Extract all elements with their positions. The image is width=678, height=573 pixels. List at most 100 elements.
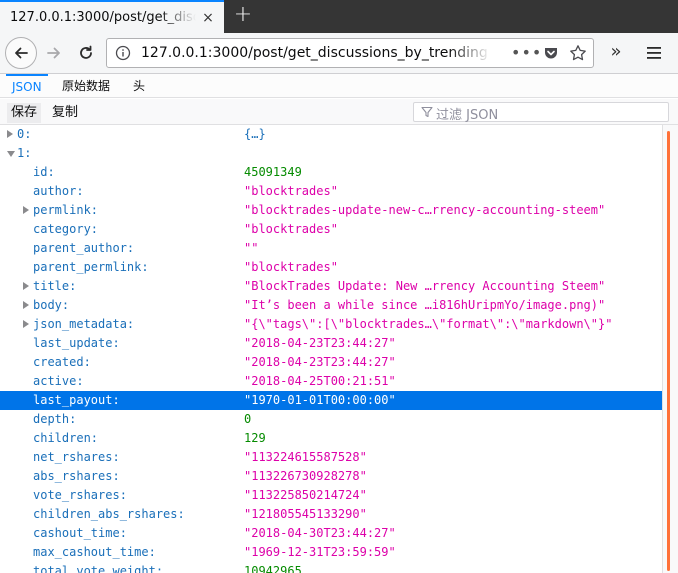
new-tab-button[interactable]: + — [232, 4, 254, 28]
tree-key: parent_author: — [33, 241, 135, 255]
tree-key: created: — [33, 355, 91, 369]
tree-value: "BlockTrades Update: New …rrency Account… — [244, 279, 606, 293]
tree-row[interactable]: parent_author: "" — [0, 239, 662, 258]
tree-key: parent_permlink: — [33, 260, 149, 274]
tree-row[interactable]: json_metadata: "{\"tags\":[\"blocktrades…… — [0, 315, 662, 334]
tree-row[interactable]: author: "blocktrades" — [0, 182, 662, 201]
tree-key: body: — [33, 298, 70, 312]
collapsed-twisty-icon[interactable] — [23, 206, 29, 214]
tree-row[interactable]: active: "2018-04-25T00:21:51" — [0, 372, 662, 391]
tree-value: "blocktrades" — [244, 184, 338, 198]
tree-row[interactable]: body: "It’s been a while since …i816hUrip… — [0, 296, 662, 315]
filter-icon — [421, 106, 433, 118]
tree-row[interactable]: 1: — [0, 144, 662, 163]
tab-headers[interactable]: 头 — [127, 74, 151, 98]
tree-key: children: — [33, 431, 99, 445]
tree-value: "2018-04-25T00:21:51" — [244, 374, 396, 388]
tree-key: json_metadata: — [33, 317, 135, 331]
tree-key: title: — [33, 279, 77, 293]
tree-value: "1970-01-01T00:00:00" — [244, 393, 396, 407]
tree-value: "{\"tags\":[\"blocktrades…\"format\":\"m… — [244, 317, 613, 331]
tree-value: "blocktrades" — [244, 260, 338, 274]
tree-value: "blocktrades" — [244, 222, 338, 236]
tree-row[interactable]: category: "blocktrades" — [0, 220, 662, 239]
tree-key: vote_rshares: — [33, 488, 127, 502]
filter-placeholder: 过滤 JSON — [436, 108, 499, 123]
browser-tab[interactable]: 127.0.0.1:3000/post/get_discussions_by_t… — [0, 0, 224, 33]
tree-value: "2018-04-30T23:44:27" — [244, 526, 396, 540]
tree-row[interactable]: net_rshares: "113224615587528" — [0, 448, 662, 467]
forward-button[interactable] — [42, 41, 66, 65]
tree-row[interactable]: 0: {…} — [0, 125, 662, 144]
tree-key: 1: — [17, 146, 32, 160]
expanded-twisty-icon[interactable] — [7, 151, 15, 157]
tree-row[interactable]: id: 45091349 — [0, 163, 662, 182]
tree-value: 0 — [244, 412, 252, 426]
vertical-scrollbar[interactable] — [662, 125, 678, 573]
tab-close-icon[interactable]: × — [200, 10, 216, 26]
tree-row[interactable]: last_payout: "1970-01-01T00:00:00" — [0, 391, 662, 410]
tree-key: id: — [33, 165, 55, 179]
collapsed-twisty-icon[interactable] — [23, 320, 29, 328]
tree-key: net_rshares: — [33, 450, 120, 464]
back-button[interactable] — [5, 37, 37, 69]
tree-row[interactable]: total_vote_weight: 10942965 — [0, 562, 662, 573]
collapsed-twisty-icon[interactable] — [7, 130, 13, 138]
url-text[interactable]: 127.0.0.1:3000/post/get_discussions_by_t… — [141, 45, 491, 61]
tree-value: "113225850214724" — [244, 488, 367, 502]
filter-json-input[interactable]: 过滤 JSON — [413, 102, 669, 123]
tab-title: 127.0.0.1:3000/post/get_discussions_by_t… — [10, 10, 196, 25]
tree-key: active: — [33, 374, 84, 388]
collapsed-twisty-icon[interactable] — [23, 301, 29, 309]
info-icon[interactable] — [115, 45, 131, 61]
overflow-menu-button[interactable]: » — [604, 41, 628, 65]
tree-key: last_update: — [33, 336, 120, 350]
navigation-bar: 127.0.0.1:3000/post/get_discussions_by_t… — [0, 33, 678, 74]
tree-row[interactable]: children: 129 — [0, 429, 662, 448]
tree-value: "It’s been a while since …i816hUripmYo/i… — [244, 298, 606, 312]
tree-key: depth: — [33, 412, 77, 426]
tree-row[interactable]: vote_rshares: "113225850214724" — [0, 486, 662, 505]
tree-key: children_abs_rshares: — [33, 507, 185, 521]
tab-json[interactable]: JSON — [6, 74, 48, 98]
tree-row[interactable]: parent_permlink: "blocktrades" — [0, 258, 662, 277]
tree-key: author: — [33, 184, 84, 198]
pocket-icon[interactable] — [543, 45, 559, 61]
hamburger-icon — [647, 47, 661, 59]
reload-button[interactable] — [74, 41, 98, 65]
json-toolbar: 保存 复制 过滤 JSON — [0, 99, 678, 125]
arrow-right-icon — [47, 47, 60, 59]
save-button[interactable]: 保存 — [7, 103, 42, 123]
arrow-left-icon — [15, 47, 28, 59]
tree-row[interactable]: depth: 0 — [0, 410, 662, 429]
tree-key: cashout_time: — [33, 526, 127, 540]
tree-key: 0: — [17, 127, 32, 141]
collapsed-twisty-icon[interactable] — [23, 282, 29, 290]
tree-value: {…} — [244, 127, 266, 141]
copy-button[interactable]: 复制 — [48, 103, 82, 123]
tree-row[interactable]: title: "BlockTrades Update: New …rrency A… — [0, 277, 662, 296]
tree-row[interactable]: abs_rshares: "113226730928278" — [0, 467, 662, 486]
page-actions-icon[interactable]: ••• — [511, 43, 542, 62]
tree-row[interactable]: children_abs_rshares: "121805545133290" — [0, 505, 662, 524]
url-bar[interactable]: 127.0.0.1:3000/post/get_discussions_by_t… — [106, 38, 594, 68]
main-menu-button[interactable] — [642, 41, 666, 65]
tree-row[interactable]: permlink: "blocktrades-update-new-c…rrenc… — [0, 201, 662, 220]
tab-raw-data[interactable]: 原始数据 — [56, 74, 116, 98]
json-viewer-tabs: JSON 原始数据 头 — [0, 74, 678, 98]
tree-row[interactable]: max_cashout_time: "1969-12-31T23:59:59" — [0, 543, 662, 562]
tree-row[interactable]: last_update: "2018-04-23T23:44:27" — [0, 334, 662, 353]
tree-key: total_vote_weight: — [33, 564, 164, 573]
tree-key: max_cashout_time: — [33, 545, 156, 559]
tree-value: "blocktrades-update-new-c…rrency-account… — [244, 203, 606, 217]
tree-key: abs_rshares: — [33, 469, 120, 483]
bookmark-star-icon[interactable] — [569, 44, 587, 62]
tree-value: "2018-04-23T23:44:27" — [244, 355, 396, 369]
tree-key: permlink: — [33, 203, 99, 217]
reload-icon — [80, 45, 92, 59]
tree-value: 10942965 — [244, 564, 302, 573]
tree-row[interactable]: created: "2018-04-23T23:44:27" — [0, 353, 662, 372]
tree-row[interactable]: cashout_time: "2018-04-30T23:44:27" — [0, 524, 662, 543]
tree-value: "113226730928278" — [244, 469, 367, 483]
scrollbar-thumb[interactable] — [667, 131, 670, 571]
